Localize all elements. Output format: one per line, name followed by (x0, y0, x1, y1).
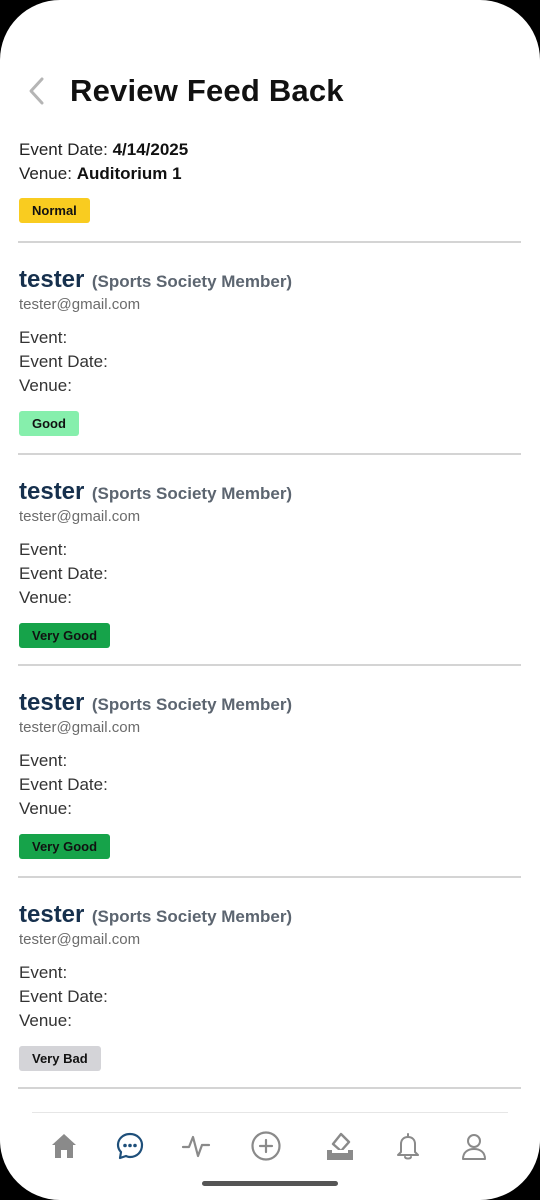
status-badge: Normal (19, 198, 90, 223)
event-date-value: 4/14/2025 (112, 140, 189, 159)
event-date-field: Event Date: (19, 987, 108, 1006)
divider (18, 241, 521, 243)
reviewer-row: tester (Sports Society Member) (19, 901, 519, 931)
event-summary: Event Date: 4/14/2025 Venue: Auditorium … (19, 138, 519, 223)
reviewer-role: (Sports Society Member) (91, 907, 293, 926)
reviewer-name: tester (19, 478, 85, 505)
rating-badge: Good (19, 411, 79, 436)
event-field: Event: (19, 751, 68, 770)
rating-badge: Very Good (19, 623, 111, 648)
reviewer-row: tester (Sports Society Member) (19, 266, 519, 296)
venue-field: Venue: (19, 799, 72, 818)
venue-row: Venue: Auditorium 1 (19, 162, 519, 186)
event-field: Event: (19, 963, 68, 982)
bell-icon (397, 1133, 419, 1160)
divider (18, 664, 521, 666)
home-indicator (202, 1181, 338, 1186)
reviewer-role: (Sports Society Member) (91, 484, 293, 503)
venue-label: Venue: (19, 164, 72, 183)
reviewer-row: tester (Sports Society Member) (19, 689, 519, 719)
rating-badge: Very Good (19, 834, 111, 859)
review-card: tester (Sports Society Member) tester@gm… (19, 901, 519, 1071)
page-title: Review Feed Back (70, 73, 344, 108)
tab-notifications[interactable] (390, 1128, 426, 1164)
tab-bar-border (32, 1112, 508, 1113)
event-date-label: Event Date: (19, 140, 108, 159)
event-date-field: Event Date: (19, 564, 108, 583)
vote-box-icon (327, 1132, 353, 1160)
activity-icon (181, 1135, 211, 1158)
home-icon (52, 1134, 76, 1158)
tab-home[interactable] (46, 1128, 82, 1164)
divider (18, 1087, 521, 1089)
reviewer-email: tester@gmail.com (19, 931, 141, 948)
tab-feedback[interactable] (112, 1128, 148, 1164)
rating-badge: Very Bad (19, 1046, 101, 1071)
tab-vote[interactable] (322, 1128, 358, 1164)
reviewer-name: tester (19, 901, 85, 928)
review-card: tester (Sports Society Member) tester@gm… (19, 689, 519, 859)
venue-field: Venue: (19, 588, 72, 607)
tab-activity[interactable] (178, 1128, 214, 1164)
reviewer-name: tester (19, 689, 85, 716)
event-field: Event: (19, 540, 68, 559)
header: Review Feed Back (0, 60, 540, 124)
screen: Review Feed Back Event Date: 4/14/2025 V… (0, 0, 540, 1200)
venue-field: Venue: (19, 1011, 72, 1030)
reviewer-email: tester@gmail.com (19, 296, 141, 313)
reviewer-name: tester (19, 266, 85, 293)
review-card: tester (Sports Society Member) tester@gm… (19, 266, 519, 436)
tab-add[interactable] (248, 1128, 284, 1164)
reviewer-row: tester (Sports Society Member) (19, 478, 519, 508)
add-circle-icon (251, 1131, 281, 1161)
event-date-field: Event Date: (19, 352, 108, 371)
reviewer-role: (Sports Society Member) (91, 272, 293, 291)
event-field: Event: (19, 328, 68, 347)
back-chevron-icon[interactable] (22, 74, 52, 108)
reviewer-email: tester@gmail.com (19, 719, 141, 736)
user-icon (462, 1134, 486, 1160)
venue-value: Auditorium 1 (76, 164, 182, 183)
chat-icon (116, 1132, 144, 1160)
divider (18, 876, 521, 878)
divider (18, 453, 521, 455)
reviewer-role: (Sports Society Member) (91, 695, 293, 714)
venue-field: Venue: (19, 376, 72, 395)
reviewer-email: tester@gmail.com (19, 508, 141, 525)
event-date-field: Event Date: (19, 775, 108, 794)
tab-profile[interactable] (456, 1128, 492, 1164)
review-card: tester (Sports Society Member) tester@gm… (19, 478, 519, 648)
event-date-row: Event Date: 4/14/2025 (19, 138, 519, 162)
